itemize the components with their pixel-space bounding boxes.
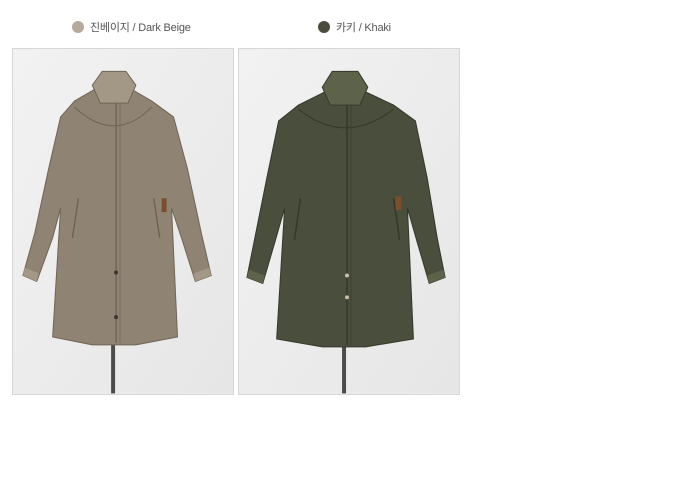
color-option-label: 카키 / Khaki (336, 22, 391, 34)
dark-beige-swatch-icon (72, 21, 84, 33)
khaki-swatch-icon (318, 21, 330, 33)
product-image-khaki (238, 48, 460, 395)
color-option-dark-beige[interactable]: 진베이지 / Dark Beige (72, 19, 191, 35)
product-image-dark-beige (12, 48, 234, 395)
coat-khaki-illustration (239, 49, 459, 394)
color-option-label: 진베이지 / Dark Beige (90, 22, 191, 34)
mannequin-stand (111, 336, 116, 394)
coat-dark-beige-illustration (13, 49, 233, 394)
color-option-khaki[interactable]: 카키 / Khaki (318, 19, 391, 35)
